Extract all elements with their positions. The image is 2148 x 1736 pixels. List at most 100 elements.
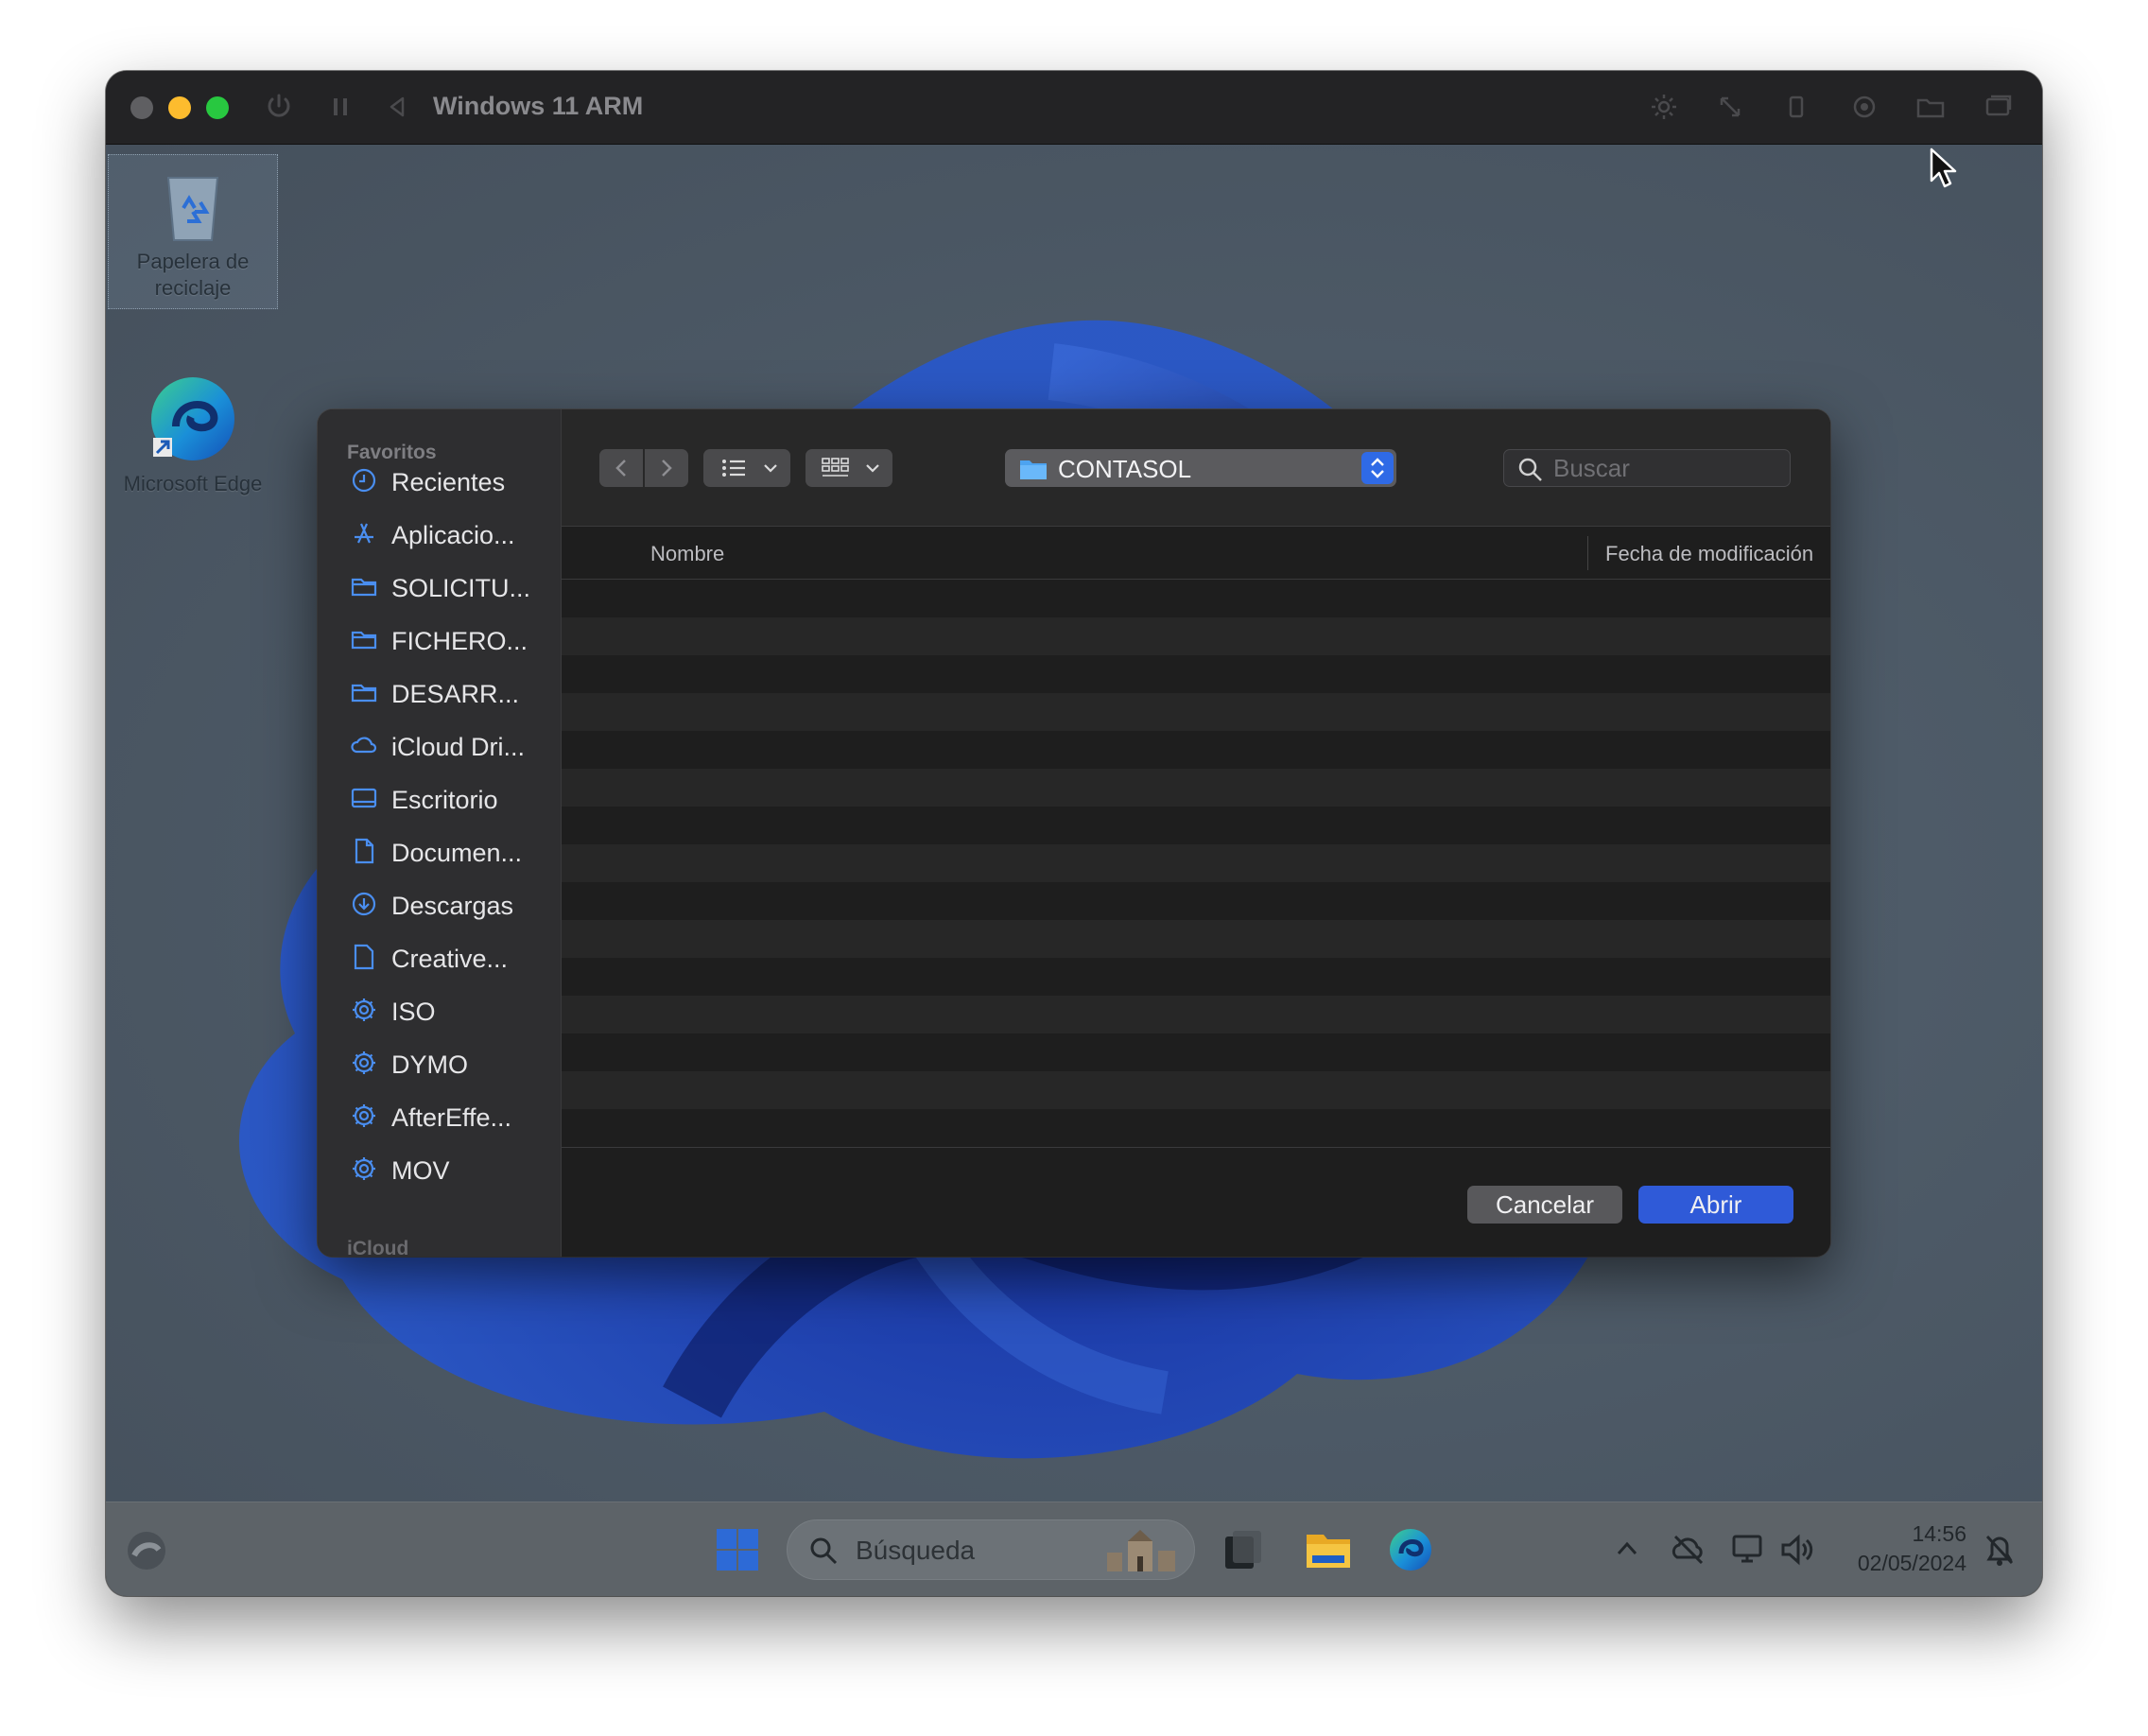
table-row: [562, 958, 1830, 996]
sidebar-item-label: FICHERO...: [391, 627, 528, 655]
table-row: [562, 1109, 1830, 1147]
file-list[interactable]: [562, 580, 1830, 1147]
shared-folder-icon[interactable]: [1914, 90, 1948, 124]
camera-icon[interactable]: [1847, 90, 1881, 124]
grid-icon: [822, 458, 849, 477]
start-button[interactable]: [715, 1527, 760, 1572]
table-row: [562, 807, 1830, 844]
current-folder-name: CONTASOL: [1058, 455, 1192, 483]
sidebar-section-icloud: iCloud: [347, 1238, 409, 1257]
document-icon: [355, 838, 374, 864]
task-view-icon[interactable]: [1220, 1525, 1265, 1574]
folder-icon: [351, 578, 377, 597]
search-field[interactable]: [1503, 449, 1791, 487]
back-triangle-icon[interactable]: [380, 90, 414, 124]
gear-icon: [353, 998, 375, 1021]
desktop-icon-label: Microsoft Edge: [123, 472, 263, 495]
sidebar-item-aftereffects[interactable]: AfterEffe...: [318, 1092, 562, 1139]
sidebar-item-descargas[interactable]: Descargas: [318, 880, 562, 928]
onedrive-offline-icon[interactable]: [1670, 1531, 1707, 1569]
desktop-icon: [351, 788, 377, 808]
sidebar-item-desarrollo[interactable]: DESARR...: [318, 668, 562, 716]
sidebar-item-label: MOV: [391, 1156, 450, 1185]
column-header-name[interactable]: Nombre: [650, 542, 724, 566]
table-row: [562, 920, 1830, 958]
folder-icon: [1020, 460, 1047, 479]
column-header-modified[interactable]: Fecha de modificación: [1605, 542, 1813, 566]
open-button[interactable]: Abrir: [1638, 1186, 1793, 1224]
sidebar-item-escritorio[interactable]: Escritorio: [318, 774, 562, 822]
column-divider[interactable]: [1587, 536, 1588, 570]
notification-bell-icon[interactable]: [1982, 1531, 2018, 1569]
clock-date: 02/05/2024: [1857, 1551, 1966, 1575]
chevron-right-icon: [662, 460, 672, 477]
taskbar-search[interactable]: Búsqueda: [787, 1519, 1195, 1580]
search-input[interactable]: [1553, 454, 1780, 482]
file-icon: [354, 944, 374, 970]
table-row: [562, 655, 1830, 693]
forward-button[interactable]: [645, 449, 688, 487]
view-mode-list-button[interactable]: [703, 449, 790, 487]
group-options-button[interactable]: [806, 449, 892, 487]
sidebar-item-aplicaciones[interactable]: Aplicacio...: [318, 510, 562, 557]
cloud-icon: [351, 737, 377, 754]
chevron-down-icon: [764, 464, 777, 473]
table-row: [562, 882, 1830, 920]
taskbar-search-placeholder: Búsqueda: [856, 1536, 976, 1565]
table-row: [562, 731, 1830, 769]
desktop-icon-recycle-bin[interactable]: Papelera de reciclaje: [108, 154, 278, 309]
sidebar-item-documentos[interactable]: Documen...: [318, 827, 562, 875]
edge-icon: [151, 377, 234, 460]
sidebar-item-creative[interactable]: Creative...: [318, 933, 562, 981]
chevron-down-icon: [866, 464, 879, 473]
sidebar-item-label: AfterEffe...: [391, 1103, 512, 1132]
sidebar-item-iso[interactable]: ISO: [318, 986, 562, 1033]
power-icon[interactable]: [262, 90, 296, 124]
sidebar-item-mov[interactable]: MOV: [318, 1145, 562, 1192]
gear-icon: [353, 1157, 375, 1180]
clock-time: 14:56: [1912, 1521, 1966, 1546]
up-down-chevron-icon: [1371, 458, 1384, 478]
desktop-icon-edge[interactable]: Microsoft Edge: [108, 372, 278, 497]
table-row: [562, 580, 1830, 617]
sidebar-item-label: Creative...: [391, 945, 509, 973]
sidebar-item-label: iCloud Dri...: [391, 733, 526, 761]
resize-icon[interactable]: [1713, 90, 1747, 124]
network-icon[interactable]: [1730, 1531, 1768, 1569]
table-row: [562, 617, 1830, 655]
usb-icon[interactable]: [1779, 90, 1813, 124]
edge-taskbar-icon[interactable]: [1386, 1525, 1435, 1574]
minimize-button[interactable]: [168, 96, 191, 119]
windows-taskbar: Búsqueda 14:56 02/05/2024: [106, 1502, 2042, 1596]
download-icon: [352, 892, 376, 916]
sidebar-item-dymo[interactable]: DYMO: [318, 1039, 562, 1086]
brightness-icon[interactable]: [1647, 90, 1681, 124]
sidebar-item-label: SOLICITU...: [391, 574, 531, 602]
sidebar-item-ficheros[interactable]: FICHERO...: [318, 616, 562, 663]
taskbar-clock[interactable]: 14:56 02/05/2024: [1858, 1519, 1966, 1578]
sidebar-item-solicitudes[interactable]: SOLICITU...: [318, 563, 562, 610]
desktop-icon-label: Papelera de reciclaje: [136, 250, 250, 300]
close-button[interactable]: [130, 96, 153, 119]
table-row: [562, 693, 1830, 731]
sidebar-item-recientes[interactable]: Recientes: [318, 457, 562, 504]
sidebar-item-icloud-drive[interactable]: iCloud Dri...: [318, 721, 562, 769]
sidebar-item-label: DYMO: [391, 1050, 468, 1079]
sidebar-item-label: DESARR...: [391, 680, 520, 708]
volume-icon[interactable]: [1777, 1531, 1815, 1569]
location-stepper[interactable]: [1361, 452, 1394, 484]
chevron-up-icon[interactable]: [1613, 1535, 1641, 1563]
maximize-button[interactable]: [206, 96, 229, 119]
widgets-icon[interactable]: [125, 1529, 168, 1572]
window-mode-icon[interactable]: [1982, 90, 2016, 124]
cancel-button[interactable]: Cancelar: [1467, 1186, 1622, 1224]
gear-icon: [353, 1104, 375, 1127]
pause-icon[interactable]: [323, 90, 357, 124]
location-popup[interactable]: CONTASOL: [1005, 449, 1396, 487]
sidebar-item-label: Escritorio: [391, 786, 498, 814]
open-file-dialog: Favoritos Recientes Aplicacio... SOLICIT…: [318, 409, 1830, 1257]
dialog-sidebar: Favoritos Recientes Aplicacio... SOLICIT…: [318, 409, 562, 1257]
file-explorer-icon[interactable]: [1303, 1523, 1354, 1574]
sidebar-item-label: Documen...: [391, 839, 523, 867]
back-button[interactable]: [599, 449, 643, 487]
